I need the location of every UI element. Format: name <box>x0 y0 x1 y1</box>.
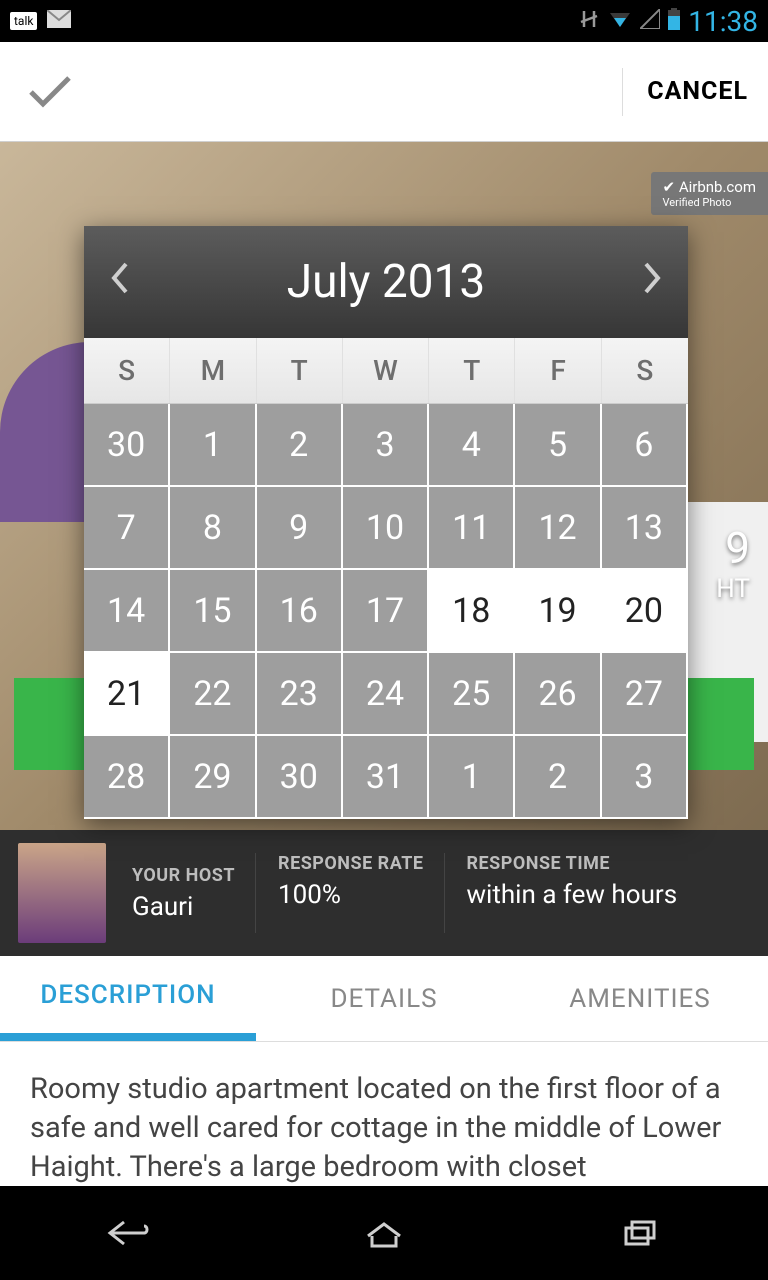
calendar-weekday-row: SMTWTFS <box>84 338 688 404</box>
response-rate-value: 100% <box>278 880 423 910</box>
confirm-button[interactable] <box>20 62 80 122</box>
calendar-grid: 3012345678910111213141516171819202122232… <box>84 404 688 819</box>
response-rate-label: RESPONSE RATE <box>278 853 423 874</box>
battery-icon <box>668 8 680 35</box>
prev-month-button[interactable] <box>98 253 140 312</box>
response-rate-column: RESPONSE RATE 100% <box>255 853 431 933</box>
cancel-button[interactable]: CANCEL <box>622 68 748 116</box>
home-button[interactable] <box>354 1215 414 1251</box>
calendar-day[interactable]: 23 <box>257 653 343 736</box>
calendar-day[interactable]: 7 <box>84 487 170 570</box>
wifi-icon <box>608 9 632 34</box>
vibrate-icon <box>578 8 600 35</box>
badge-title: Airbnb.com <box>679 178 756 196</box>
calendar-day[interactable]: 11 <box>429 487 515 570</box>
weekday-header: F <box>515 338 601 403</box>
gmail-icon <box>47 9 71 33</box>
calendar-day[interactable]: 30 <box>257 736 343 819</box>
calendar-day[interactable]: 25 <box>429 653 515 736</box>
calendar-day[interactable]: 4 <box>429 404 515 487</box>
app-bar: CANCEL <box>0 42 768 142</box>
status-time: 11:38 <box>688 5 758 38</box>
your-host-column: YOUR HOST Gauri <box>124 865 243 922</box>
calendar-day[interactable]: 26 <box>515 653 601 736</box>
calendar-day[interactable]: 1 <box>170 404 256 487</box>
calendar-day[interactable]: 16 <box>257 570 343 653</box>
calendar-day[interactable]: 18 <box>429 570 515 653</box>
response-time-label: RESPONSE TIME <box>467 853 678 874</box>
calendar-day[interactable]: 3 <box>343 404 429 487</box>
calendar-day[interactable]: 24 <box>343 653 429 736</box>
response-time-column: RESPONSE TIME within a few hours <box>444 853 686 933</box>
status-bar: talk 11:38 <box>0 0 768 42</box>
calendar-day[interactable]: 21 <box>84 653 170 736</box>
calendar-day[interactable]: 14 <box>84 570 170 653</box>
calendar-day[interactable]: 1 <box>429 736 515 819</box>
calendar-day[interactable]: 15 <box>170 570 256 653</box>
calendar-day[interactable]: 28 <box>84 736 170 819</box>
calendar-day[interactable]: 27 <box>602 653 688 736</box>
badge-subtitle: Verified Photo <box>663 196 756 209</box>
calendar-day[interactable]: 30 <box>84 404 170 487</box>
calendar-day[interactable]: 8 <box>170 487 256 570</box>
your-host-value: Gauri <box>132 892 235 922</box>
next-month-button[interactable] <box>632 253 674 312</box>
calendar-day[interactable]: 13 <box>602 487 688 570</box>
calendar-day[interactable]: 3 <box>602 736 688 819</box>
back-button[interactable] <box>98 1215 158 1251</box>
response-time-value: within a few hours <box>467 880 678 910</box>
date-picker: July 2013 SMTWTFS 3012345678910111213141… <box>84 226 688 819</box>
detail-tabs: DESCRIPTION DETAILS AMENITIES <box>0 956 768 1042</box>
weekday-header: W <box>343 338 429 403</box>
android-nav-bar <box>0 1186 768 1280</box>
weekday-header: S <box>602 338 688 403</box>
your-host-label: YOUR HOST <box>132 865 235 886</box>
tab-amenities[interactable]: AMENITIES <box>512 956 768 1041</box>
host-avatar[interactable] <box>18 843 106 943</box>
calendar-day[interactable]: 19 <box>515 570 601 653</box>
weekday-header: M <box>170 338 256 403</box>
calendar-day[interactable]: 20 <box>602 570 688 653</box>
calendar-day[interactable]: 17 <box>343 570 429 653</box>
calendar-day[interactable]: 31 <box>343 736 429 819</box>
tab-description[interactable]: DESCRIPTION <box>0 956 256 1041</box>
calendar-day[interactable]: 2 <box>257 404 343 487</box>
host-info-strip: YOUR HOST Gauri RESPONSE RATE 100% RESPO… <box>0 830 768 956</box>
weekday-header: T <box>429 338 515 403</box>
weekday-header: T <box>257 338 343 403</box>
calendar-day[interactable]: 12 <box>515 487 601 570</box>
description-text: Roomy studio apartment located on the fi… <box>0 1042 768 1186</box>
calendar-day[interactable]: 6 <box>602 404 688 487</box>
verified-photo-badge: ✔ Airbnb.com Verified Photo <box>651 172 768 215</box>
weekday-header: S <box>84 338 170 403</box>
price-per-night: 9 HT <box>716 522 750 604</box>
calendar-day[interactable]: 9 <box>257 487 343 570</box>
recent-apps-button[interactable] <box>610 1215 670 1251</box>
price-unit: HT <box>716 574 750 604</box>
calendar-day[interactable]: 10 <box>343 487 429 570</box>
calendar-day[interactable]: 22 <box>170 653 256 736</box>
calendar-day[interactable]: 2 <box>515 736 601 819</box>
calendar-day[interactable]: 29 <box>170 736 256 819</box>
calendar-header: July 2013 <box>84 226 688 338</box>
price-amount: 9 <box>725 522 750 574</box>
calendar-day[interactable]: 5 <box>515 404 601 487</box>
calendar-title: July 2013 <box>287 255 486 309</box>
talk-notification-icon: talk <box>10 12 37 30</box>
cell-signal-icon <box>640 9 660 34</box>
tab-details[interactable]: DETAILS <box>256 956 512 1041</box>
